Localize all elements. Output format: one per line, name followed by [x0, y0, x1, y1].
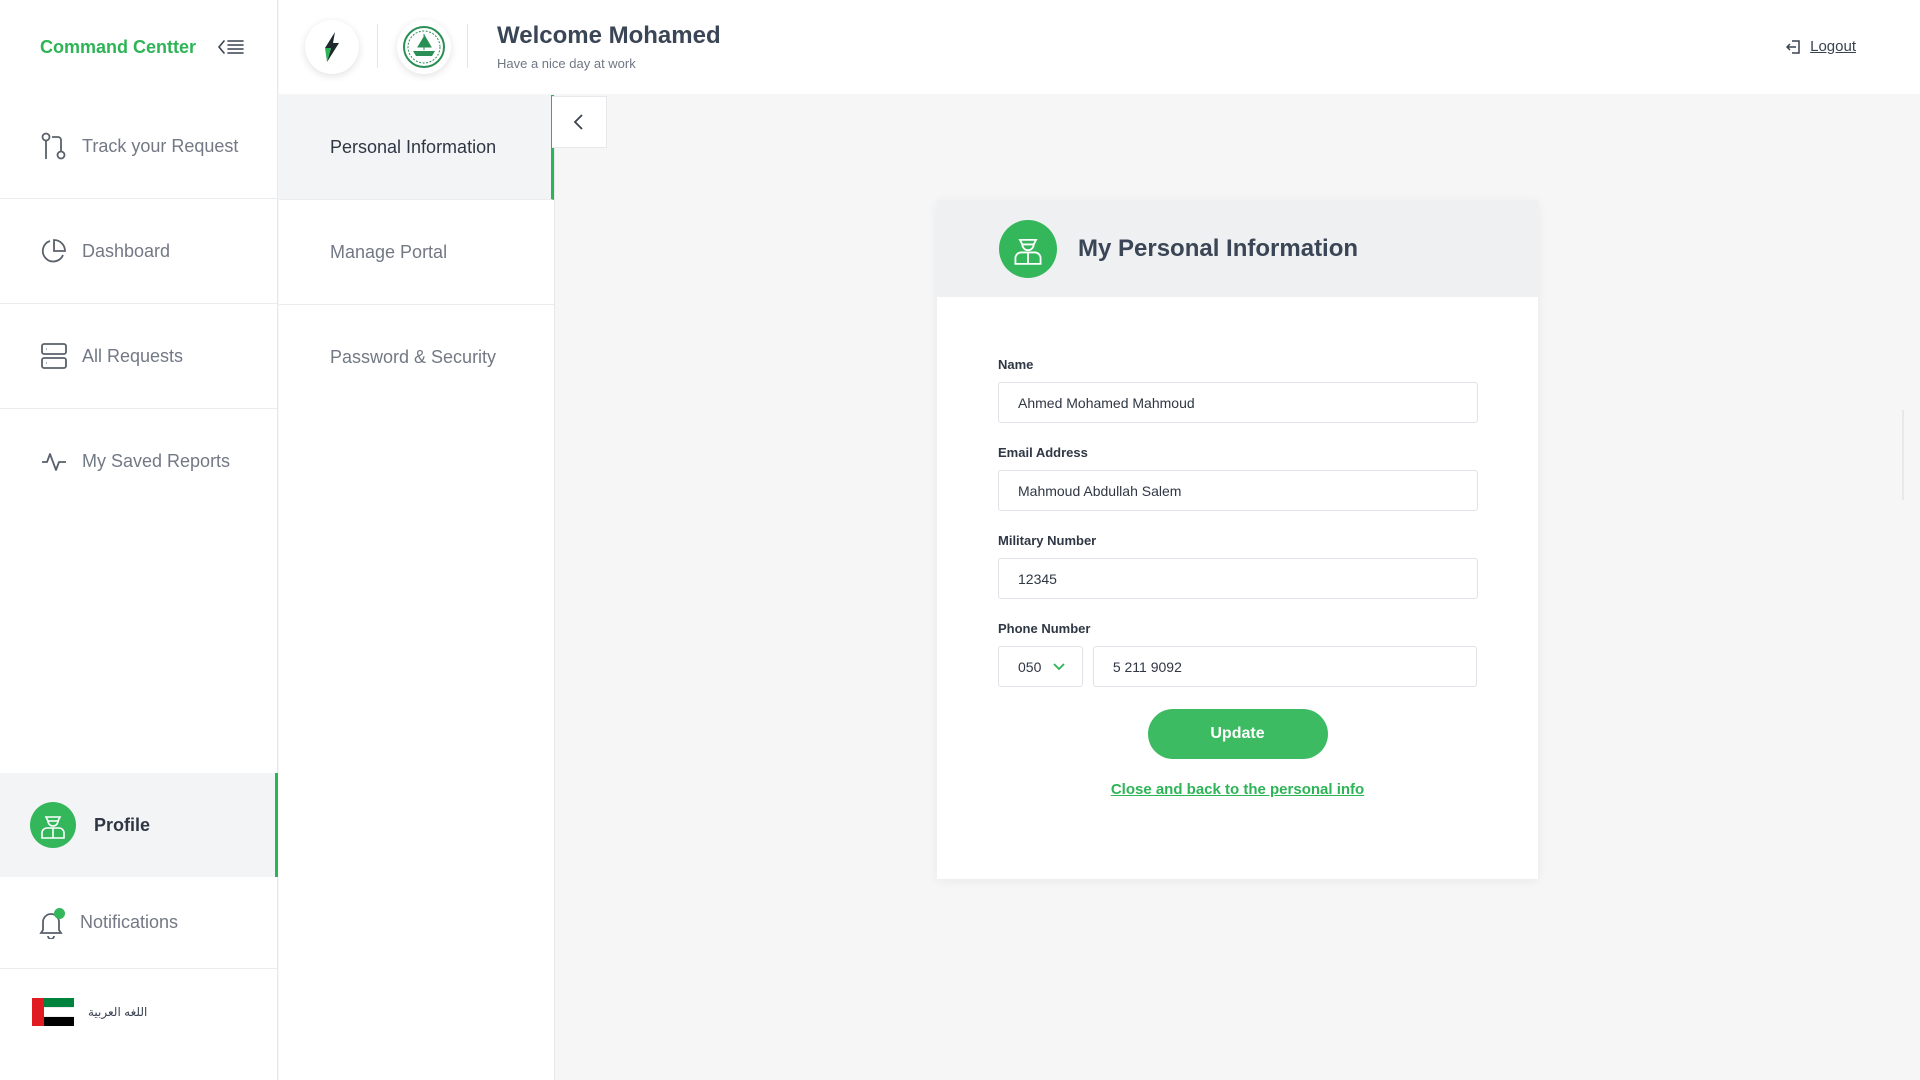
email-field-group: Email Address [998, 445, 1478, 511]
activity-icon [40, 448, 68, 476]
name-input[interactable] [998, 382, 1478, 423]
sidebar-item-label: Profile [94, 814, 151, 835]
sidebar-item-label: All Requests [82, 345, 184, 366]
sidebar-item-label: Notifications [80, 912, 179, 932]
language-label: اللغه العربية [88, 1005, 148, 1019]
language-switch[interactable]: اللغه العربية [0, 970, 278, 1054]
card-header: My Personal Information [937, 200, 1538, 297]
sidebar-item-label: Dashboard [82, 240, 171, 261]
sidebar-item-label: My Saved Reports [82, 451, 231, 471]
collapse-menu-icon[interactable] [218, 37, 246, 57]
sidebar-item-label: Track your Request [82, 135, 239, 156]
git-pull-request-icon [40, 132, 68, 160]
logout-icon [1786, 39, 1800, 54]
subnav-personal-information[interactable]: Personal Information [279, 95, 554, 200]
phone-row: 050 [998, 646, 1477, 687]
personal-info-form: Name Email Address Military Number Phone… [937, 297, 1538, 798]
sidebar: Command Centter Track your Request Dashb… [0, 0, 278, 1080]
brand-logo-icon [305, 20, 359, 74]
welcome-subtitle: Have a nice day at work [497, 56, 636, 71]
subnav-password-security[interactable]: Password & Security [279, 305, 554, 410]
collapse-panel-button[interactable] [552, 96, 607, 148]
sidebar-item-track-request[interactable]: Track your Request [0, 94, 277, 199]
officer-avatar-icon [30, 802, 76, 848]
sidebar-item-profile[interactable]: Profile [0, 773, 278, 877]
chevron-down-icon [1053, 662, 1065, 670]
phone-prefix-select[interactable]: 050 [998, 646, 1083, 687]
chevron-left-icon [573, 114, 583, 130]
notification-dot [54, 907, 65, 919]
sidebar-item-saved-reports[interactable]: My Saved Reports [0, 409, 277, 514]
military-field-group: Military Number [998, 533, 1478, 599]
email-input[interactable] [998, 470, 1478, 511]
bell-icon [38, 907, 66, 940]
uae-flag-icon [32, 998, 74, 1027]
sidebar-item-dashboard[interactable]: Dashboard [0, 199, 277, 304]
top-header: Welcome Mohamed Have a nice day at work … [279, 0, 1920, 94]
subnav-manage-portal[interactable]: Manage Portal [279, 200, 554, 305]
header-divider [377, 24, 378, 68]
officer-avatar-icon [999, 219, 1057, 278]
military-number-input[interactable] [998, 558, 1478, 599]
emblem-logo-icon [397, 20, 451, 74]
pie-chart-icon [40, 237, 68, 265]
logout-button[interactable]: Logout [1786, 38, 1856, 55]
email-label: Email Address [998, 445, 1088, 460]
sidebar-item-notifications[interactable]: Notifications [0, 877, 278, 969]
name-field-group: Name [998, 357, 1478, 423]
personal-info-card: My Personal Information Name Email Addre… [937, 200, 1538, 879]
phone-number-input[interactable] [1092, 646, 1477, 687]
header-divider [467, 24, 468, 68]
brand-title: Command Centter [40, 36, 197, 57]
profile-subnav: Personal Information Manage Portal Passw… [279, 95, 555, 1080]
logout-label: Logout [1810, 38, 1856, 55]
sidebar-item-all-requests[interactable]: All Requests [0, 304, 277, 409]
phone-field-group: Phone Number 050 [998, 621, 1477, 687]
welcome-title: Welcome Mohamed [497, 22, 721, 49]
card-title: My Personal Information [1078, 234, 1359, 262]
phone-number-label: Phone Number [998, 621, 1091, 636]
brand-row: Command Centter [0, 0, 277, 94]
military-number-label: Military Number [998, 533, 1097, 548]
update-button[interactable]: Update [1147, 709, 1328, 759]
phone-prefix-value: 050 [1018, 658, 1042, 675]
close-back-link[interactable]: Close and back to the personal info [998, 781, 1477, 798]
name-label: Name [998, 357, 1034, 372]
server-icon [40, 342, 68, 370]
scrollbar[interactable] [1902, 410, 1904, 500]
